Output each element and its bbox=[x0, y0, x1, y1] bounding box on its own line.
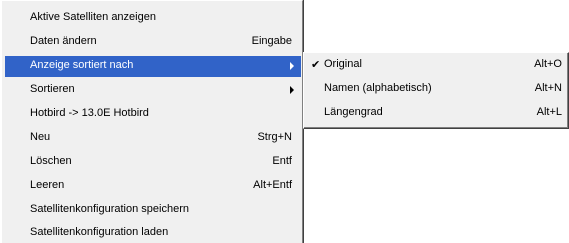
menu-item-anzeige-sortiert-nach[interactable]: Anzeige sortiert nach bbox=[5, 56, 301, 77]
menu-item-hotbird[interactable]: Hotbird -> 13.0E Hotbird bbox=[5, 104, 301, 125]
menu-item-konfiguration-laden[interactable]: Satellitenkonfiguration laden bbox=[5, 223, 301, 243]
menu-item-daten-aendern[interactable]: Daten ändern Eingabe bbox=[5, 32, 301, 53]
sort-submenu: ✔ Original Alt+O Namen (alphabetisch) Al… bbox=[303, 52, 569, 129]
submenu-item-shortcut: Alt+N bbox=[534, 82, 562, 94]
menu-item-label: Aktive Satelliten anzeigen bbox=[30, 11, 156, 23]
menu-item-leeren[interactable]: Leeren Alt+Entf bbox=[5, 176, 301, 197]
submenu-arrow-icon bbox=[290, 62, 294, 70]
submenu-item-laengengrad[interactable]: Längengrad Alt+L bbox=[307, 103, 565, 124]
submenu-item-label: Original bbox=[324, 58, 362, 70]
submenu-arrow-icon bbox=[290, 86, 294, 94]
context-menu: Aktive Satelliten anzeigen Daten ändern … bbox=[1, 0, 303, 243]
submenu-item-label: Namen (alphabetisch) bbox=[324, 82, 432, 94]
menu-item-label: Hotbird -> 13.0E Hotbird bbox=[30, 107, 149, 119]
menu-item-label: Anzeige sortiert nach bbox=[30, 59, 134, 71]
menu-item-label: Löschen bbox=[30, 155, 72, 167]
menu-item-shortcut: Strg+N bbox=[257, 131, 292, 143]
menu-item-sortieren[interactable]: Sortieren bbox=[5, 80, 301, 101]
menu-item-label: Daten ändern bbox=[30, 35, 97, 47]
menu-item-loeschen[interactable]: Löschen Entf bbox=[5, 152, 301, 173]
menu-item-label: Satellitenkonfiguration laden bbox=[30, 226, 169, 238]
menu-item-label: Sortieren bbox=[30, 83, 75, 95]
menu-item-neu[interactable]: Neu Strg+N bbox=[5, 128, 301, 149]
menu-item-shortcut: Alt+Entf bbox=[253, 179, 292, 191]
menu-item-konfiguration-speichern[interactable]: Satellitenkonfiguration speichern bbox=[5, 200, 301, 221]
submenu-item-original[interactable]: ✔ Original Alt+O bbox=[307, 55, 565, 76]
submenu-item-namen-alphabetisch[interactable]: Namen (alphabetisch) Alt+N bbox=[307, 79, 565, 100]
menu-item-aktive-satelliten-anzeigen[interactable]: Aktive Satelliten anzeigen bbox=[5, 8, 301, 29]
menu-item-shortcut: Eingabe bbox=[251, 35, 292, 47]
submenu-item-shortcut: Alt+L bbox=[536, 106, 562, 118]
menu-item-label: Satellitenkonfiguration speichern bbox=[30, 203, 189, 215]
submenu-item-shortcut: Alt+O bbox=[534, 58, 562, 70]
submenu-item-label: Längengrad bbox=[324, 106, 383, 118]
menu-item-shortcut: Entf bbox=[272, 155, 292, 167]
menu-item-label: Neu bbox=[30, 131, 51, 143]
menu-item-label: Leeren bbox=[30, 179, 65, 191]
checkmark-icon: ✔ bbox=[311, 58, 321, 71]
